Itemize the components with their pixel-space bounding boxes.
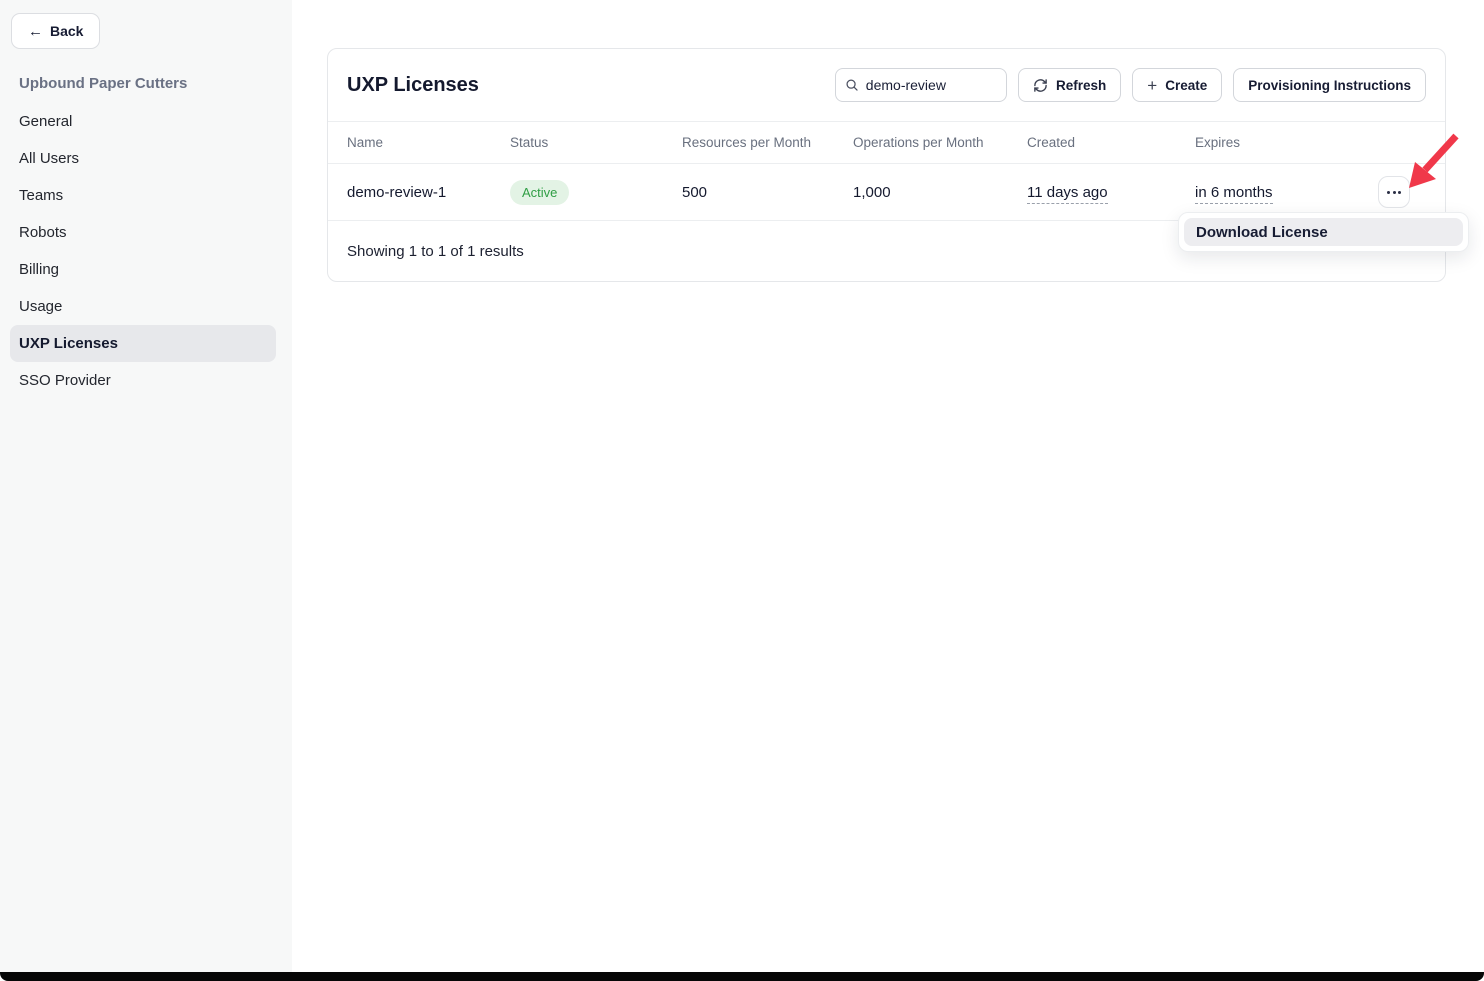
window-bottom-edge <box>0 972 1484 981</box>
status-badge: Active <box>510 180 569 205</box>
license-resources-per-month: 500 <box>682 184 853 201</box>
sidebar-nav: General All Users Teams Robots Billing U… <box>10 103 276 399</box>
sidebar-item-uxp-licenses[interactable]: UXP Licenses <box>10 325 276 362</box>
create-button-label: Create <box>1165 78 1207 93</box>
back-button-label: Back <box>50 23 83 39</box>
column-header-resources-per-month: Resources per Month <box>682 135 853 150</box>
search-box <box>835 68 1007 102</box>
column-header-status: Status <box>510 135 682 150</box>
back-button[interactable]: ← Back <box>11 13 100 49</box>
create-button[interactable]: + Create <box>1132 68 1222 102</box>
column-header-operations-per-month: Operations per Month <box>853 135 1027 150</box>
license-created: 11 days ago <box>1027 184 1195 201</box>
search-icon <box>845 77 859 93</box>
row-actions-menu: Download License <box>1178 212 1469 252</box>
sidebar-item-teams[interactable]: Teams <box>10 177 276 214</box>
provisioning-instructions-label: Provisioning Instructions <box>1248 78 1411 93</box>
refresh-icon <box>1033 78 1048 93</box>
card-header: UXP Licenses Refresh + <box>328 49 1445 122</box>
created-relative-time: 11 days ago <box>1027 184 1108 204</box>
row-actions-cell <box>1378 176 1426 208</box>
search-input[interactable] <box>866 77 997 93</box>
expires-relative-time: in 6 months <box>1195 184 1273 204</box>
organization-title: Upbound Paper Cutters <box>19 75 187 92</box>
column-header-name: Name <box>347 135 510 150</box>
table-header-row: Name Status Resources per Month Operatio… <box>328 122 1445 164</box>
back-arrow-icon: ← <box>28 23 43 40</box>
sidebar-item-usage[interactable]: Usage <box>10 288 276 325</box>
license-name: demo-review-1 <box>347 184 510 201</box>
provisioning-instructions-button[interactable]: Provisioning Instructions <box>1233 68 1426 102</box>
ellipsis-dot <box>1387 191 1390 194</box>
license-operations-per-month: 1,000 <box>853 184 1027 201</box>
refresh-button[interactable]: Refresh <box>1018 68 1121 102</box>
page-title: UXP Licenses <box>347 74 479 97</box>
ellipsis-dot <box>1398 191 1401 194</box>
settings-sidebar: ← Back Upbound Paper Cutters General All… <box>0 0 292 972</box>
license-status: Active <box>510 180 682 205</box>
sidebar-item-all-users[interactable]: All Users <box>10 140 276 177</box>
row-actions-menu-button[interactable] <box>1378 176 1410 208</box>
refresh-button-label: Refresh <box>1056 78 1106 93</box>
column-header-created: Created <box>1027 135 1195 150</box>
sidebar-item-sso-provider[interactable]: SSO Provider <box>10 362 276 399</box>
header-actions: Refresh + Create Provisioning Instructio… <box>835 68 1426 102</box>
plus-icon: + <box>1147 77 1157 94</box>
menu-item-download-license[interactable]: Download License <box>1184 218 1463 246</box>
column-header-expires: Expires <box>1195 135 1378 150</box>
sidebar-item-robots[interactable]: Robots <box>10 214 276 251</box>
sidebar-item-billing[interactable]: Billing <box>10 251 276 288</box>
sidebar-item-general[interactable]: General <box>10 103 276 140</box>
ellipsis-dot <box>1393 191 1396 194</box>
license-expires: in 6 months <box>1195 184 1378 201</box>
results-count-text: Showing 1 to 1 of 1 results <box>347 243 524 260</box>
